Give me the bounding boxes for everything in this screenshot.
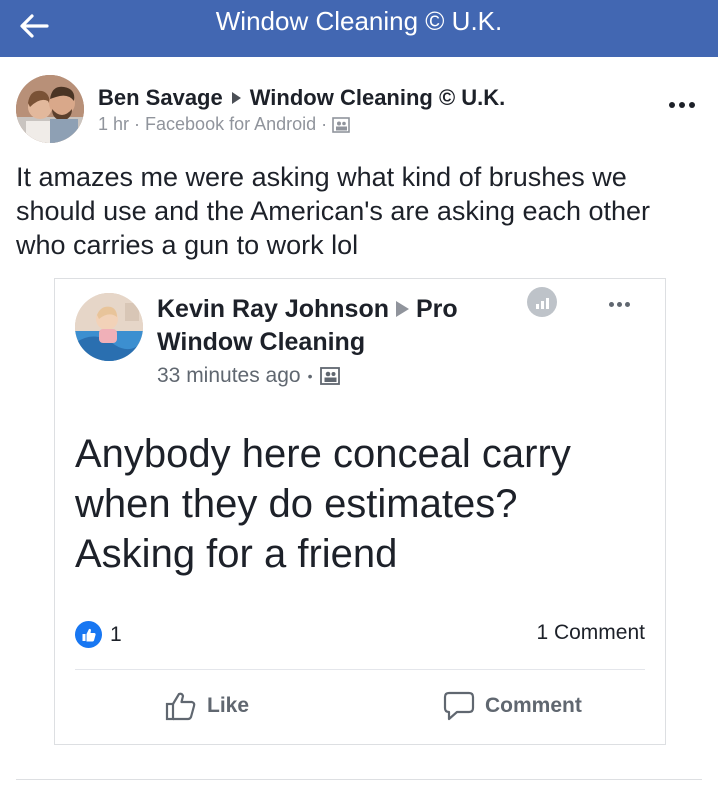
post-meta: 1 hr · Facebook for Android · bbox=[98, 114, 350, 135]
post-author-line: Ben Savage Window Cleaning © U.K. bbox=[98, 85, 505, 111]
top-bar: Window Cleaning © U.K. bbox=[0, 0, 718, 57]
divider bbox=[16, 779, 702, 780]
comment-count: 1 Comment bbox=[536, 621, 645, 644]
post-source: Facebook for Android bbox=[145, 114, 317, 134]
shared-post-text: Anybody here conceal carry when they do … bbox=[75, 432, 571, 576]
shared-more-options bbox=[601, 297, 637, 311]
reactions-summary: 1 bbox=[75, 621, 122, 648]
shared-to-arrow-icon bbox=[231, 92, 241, 105]
shared-post-screenshot: Kevin Ray Johnson Pro Window Cleaning 33 … bbox=[54, 278, 666, 745]
like-badge-icon bbox=[75, 621, 102, 648]
shared-author-avatar bbox=[75, 293, 143, 361]
post-text: It amazes me were asking what kind of br… bbox=[16, 162, 651, 260]
post-header: Ben Savage Window Cleaning © U.K. 1 hr · … bbox=[0, 57, 718, 157]
more-icon bbox=[608, 301, 614, 307]
shared-to-arrow-icon bbox=[396, 300, 409, 317]
shared-meta: 33 minutes ago • bbox=[157, 364, 340, 388]
group-privacy-icon bbox=[319, 367, 340, 385]
post-time[interactable]: 1 hr bbox=[98, 114, 129, 135]
avatar[interactable] bbox=[16, 75, 84, 143]
shared-author-line: Kevin Ray Johnson Pro Window Cleaning bbox=[157, 293, 497, 359]
stats-icon bbox=[527, 287, 557, 317]
meta-separator: • bbox=[307, 368, 313, 384]
meta-separator: · bbox=[321, 114, 328, 134]
divider bbox=[75, 669, 645, 670]
comment-button: Comment bbox=[443, 691, 582, 721]
group-name[interactable]: Window Cleaning © U.K. bbox=[250, 85, 506, 110]
group-title: Window Cleaning © U.K. bbox=[215, 6, 503, 36]
shared-time: 33 minutes ago bbox=[157, 364, 301, 387]
more-options-button[interactable] bbox=[662, 95, 702, 115]
like-count: 1 bbox=[110, 622, 122, 646]
thumbs-up-icon bbox=[165, 692, 196, 721]
meta-separator: · bbox=[134, 114, 141, 134]
like-label: Like bbox=[207, 694, 250, 717]
more-icon bbox=[669, 102, 675, 108]
comment-bubble-icon bbox=[443, 691, 475, 721]
like-button: Like bbox=[165, 691, 249, 721]
author-name[interactable]: Ben Savage bbox=[98, 85, 223, 110]
group-privacy-icon bbox=[332, 116, 350, 133]
shared-author-name: Kevin Ray Johnson bbox=[157, 295, 389, 323]
comment-label: Comment bbox=[485, 694, 582, 717]
